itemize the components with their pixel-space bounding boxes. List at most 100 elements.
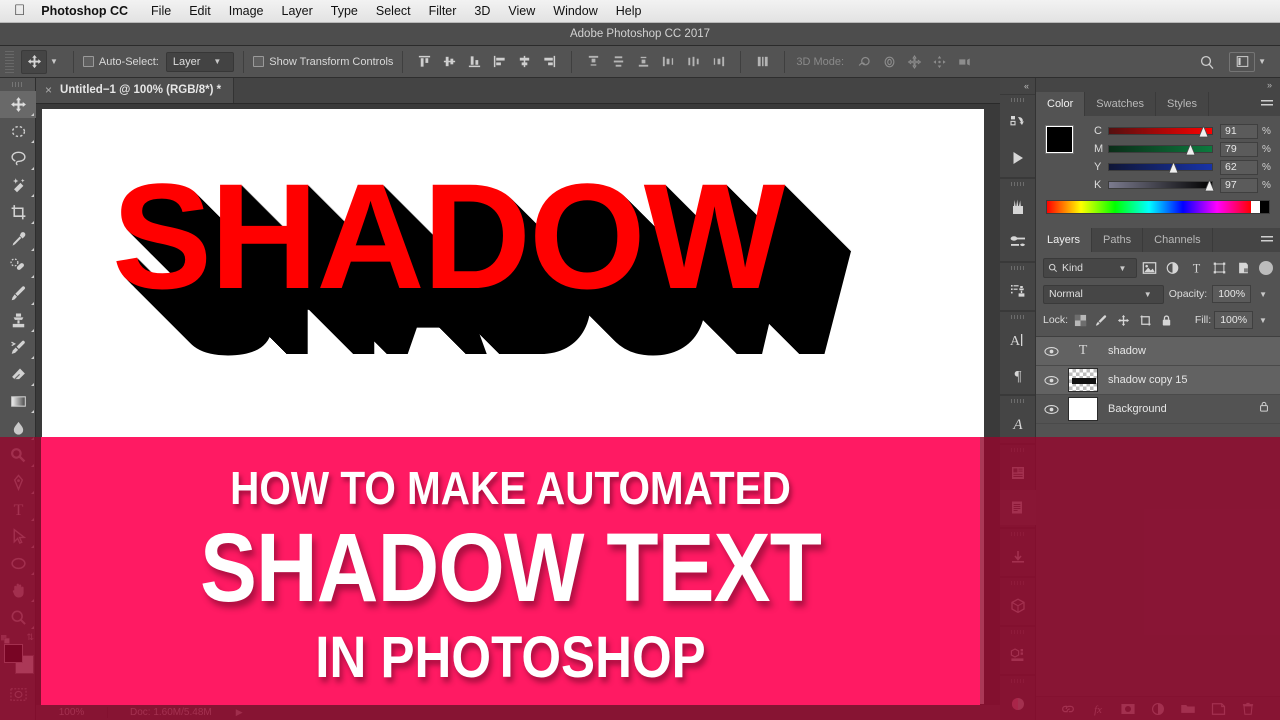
clone-stamp-tool[interactable] xyxy=(0,307,36,334)
pan-3d-icon[interactable] xyxy=(902,51,927,73)
align-top-edges-icon[interactable] xyxy=(412,51,437,73)
layer-filter-kind-dropdown[interactable]: Kind ▼ xyxy=(1043,258,1138,278)
default-colors-icon[interactable] xyxy=(1,631,10,644)
tab-channels[interactable]: Channels xyxy=(1143,228,1213,252)
crop-tool[interactable] xyxy=(0,199,36,226)
lock-all-icon[interactable] xyxy=(1157,311,1176,329)
tools-panel-grip[interactable] xyxy=(0,78,35,91)
add-layer-mask-icon[interactable] xyxy=(1120,700,1137,717)
history-brush-tool[interactable] xyxy=(0,334,36,361)
roll-3d-icon[interactable] xyxy=(877,51,902,73)
paragraph-icon[interactable]: ¶ xyxy=(1000,357,1036,392)
align-horizontal-centers-icon[interactable] xyxy=(512,51,537,73)
tool-preset-chevron-down-icon[interactable]: ▼ xyxy=(50,57,58,66)
new-adjustment-layer-icon[interactable] xyxy=(1150,700,1167,717)
distribute-horizontal-centers-icon[interactable] xyxy=(681,51,706,73)
rail-grip[interactable] xyxy=(1000,676,1035,686)
lock-artboard-icon[interactable] xyxy=(1136,311,1155,329)
brush-tool[interactable] xyxy=(0,280,36,307)
auto-select-checkbox[interactable] xyxy=(82,56,94,67)
notes-icon[interactable] xyxy=(1000,490,1036,525)
document-tab-untitled-1[interactable]: × Untitled−1 @ 100% (RGB/8*) * xyxy=(36,77,235,103)
delete-layer-icon[interactable] xyxy=(1240,700,1257,717)
layer-thumbnail-type[interactable]: T xyxy=(1066,338,1100,364)
rail-grip[interactable] xyxy=(1000,396,1035,406)
menu-item-3d[interactable]: 3D xyxy=(465,0,499,23)
distribute-left-edges-icon[interactable] xyxy=(656,51,681,73)
orbit-3d-icon[interactable] xyxy=(852,51,877,73)
rail-grip[interactable] xyxy=(1000,263,1035,273)
apple-logo-icon[interactable]:  xyxy=(14,3,25,18)
slider-value-y[interactable]: 62 xyxy=(1220,159,1258,175)
history-icon[interactable] xyxy=(1000,105,1036,140)
auto-align-layers-icon[interactable] xyxy=(750,51,775,73)
auto-select-scope-dropdown[interactable]: Layer ▼ xyxy=(165,51,235,72)
hand-tool[interactable] xyxy=(0,577,36,604)
menu-item-view[interactable]: View xyxy=(499,0,544,23)
layer-visibility-eye-icon[interactable] xyxy=(1036,375,1066,386)
lasso-tool[interactable] xyxy=(0,145,36,172)
slider-value-k[interactable]: 97 xyxy=(1220,177,1258,193)
actions-play-icon[interactable] xyxy=(1000,140,1036,175)
properties-icon[interactable] xyxy=(1000,686,1036,720)
align-right-edges-icon[interactable] xyxy=(537,51,562,73)
brush-presets-icon[interactable] xyxy=(1000,189,1036,224)
swap-colors-icon[interactable]: ⇅ xyxy=(26,632,34,643)
slider-track-k[interactable] xyxy=(1108,179,1215,192)
slide-3d-icon[interactable] xyxy=(927,51,952,73)
new-layer-icon[interactable] xyxy=(1210,700,1227,717)
slider-track-m[interactable] xyxy=(1108,143,1213,156)
slider-track-y[interactable] xyxy=(1108,161,1213,174)
horizontal-type-tool[interactable]: T xyxy=(0,496,36,523)
filter-shape-icon[interactable] xyxy=(1208,258,1232,278)
eyedropper-tool[interactable] xyxy=(0,226,36,253)
layer-style-fx-icon[interactable]: fx xyxy=(1090,700,1107,717)
slider-knob-c[interactable] xyxy=(1198,125,1209,138)
brush-settings-icon[interactable] xyxy=(1000,224,1036,259)
menu-item-image[interactable]: Image xyxy=(220,0,273,23)
color-spectrum-ramp[interactable] xyxy=(1046,200,1270,214)
rail-grip[interactable] xyxy=(1000,529,1035,539)
eraser-tool[interactable] xyxy=(0,361,36,388)
library-icon[interactable] xyxy=(1000,637,1036,672)
slider-knob-y[interactable] xyxy=(1168,161,1179,174)
workspace-switcher-icon[interactable] xyxy=(1229,51,1256,72)
filter-adjustment-icon[interactable] xyxy=(1161,258,1185,278)
slider-value-m[interactable]: 79 xyxy=(1220,141,1258,157)
layer-visibility-eye-icon[interactable] xyxy=(1036,346,1066,357)
paragraph-styles-icon[interactable] xyxy=(1000,455,1036,490)
rail-grip[interactable] xyxy=(1000,445,1035,455)
move-tool[interactable] xyxy=(0,91,36,118)
layers-panel-menu-icon[interactable] xyxy=(1254,228,1280,252)
lock-position-icon[interactable] xyxy=(1114,311,1133,329)
options-bar-grip[interactable] xyxy=(5,50,14,73)
rail-grip[interactable] xyxy=(1000,578,1035,588)
adjustments-icon[interactable] xyxy=(1000,539,1036,574)
clone-source-icon[interactable] xyxy=(1000,273,1036,308)
tab-paths[interactable]: Paths xyxy=(1092,228,1144,252)
distribute-bottom-edges-icon[interactable] xyxy=(631,51,656,73)
quick-selection-tool[interactable] xyxy=(0,172,36,199)
filter-pixel-icon[interactable] xyxy=(1137,258,1161,278)
3d-icon[interactable] xyxy=(1000,588,1036,623)
pen-tool[interactable] xyxy=(0,469,36,496)
status-chevron-right-icon[interactable]: ▶ xyxy=(236,707,243,718)
lock-image-pixels-icon[interactable] xyxy=(1093,311,1112,329)
distribute-vertical-centers-icon[interactable] xyxy=(606,51,631,73)
path-selection-tool[interactable] xyxy=(0,523,36,550)
menu-item-type[interactable]: Type xyxy=(322,0,367,23)
opacity-chevron-down-icon[interactable]: ▼ xyxy=(1259,290,1267,299)
slider-track-c[interactable] xyxy=(1108,125,1213,138)
character-icon[interactable]: A xyxy=(1000,322,1036,357)
zoom-tool[interactable] xyxy=(0,604,36,631)
menu-item-edit[interactable]: Edit xyxy=(180,0,220,23)
quick-mask-icon[interactable] xyxy=(0,681,36,708)
spectrum-black-swatch[interactable] xyxy=(1260,201,1269,213)
show-transform-controls-checkbox[interactable] xyxy=(253,56,265,67)
menu-item-window[interactable]: Window xyxy=(544,0,606,23)
color-panel-foreground-swatch[interactable] xyxy=(1045,125,1074,154)
layer-thumbnail-transparent[interactable] xyxy=(1066,367,1100,393)
color-panel-collapse-icon[interactable]: » xyxy=(1036,78,1280,92)
foreground-color-swatch[interactable] xyxy=(4,644,23,663)
rail-grip[interactable] xyxy=(1000,312,1035,322)
